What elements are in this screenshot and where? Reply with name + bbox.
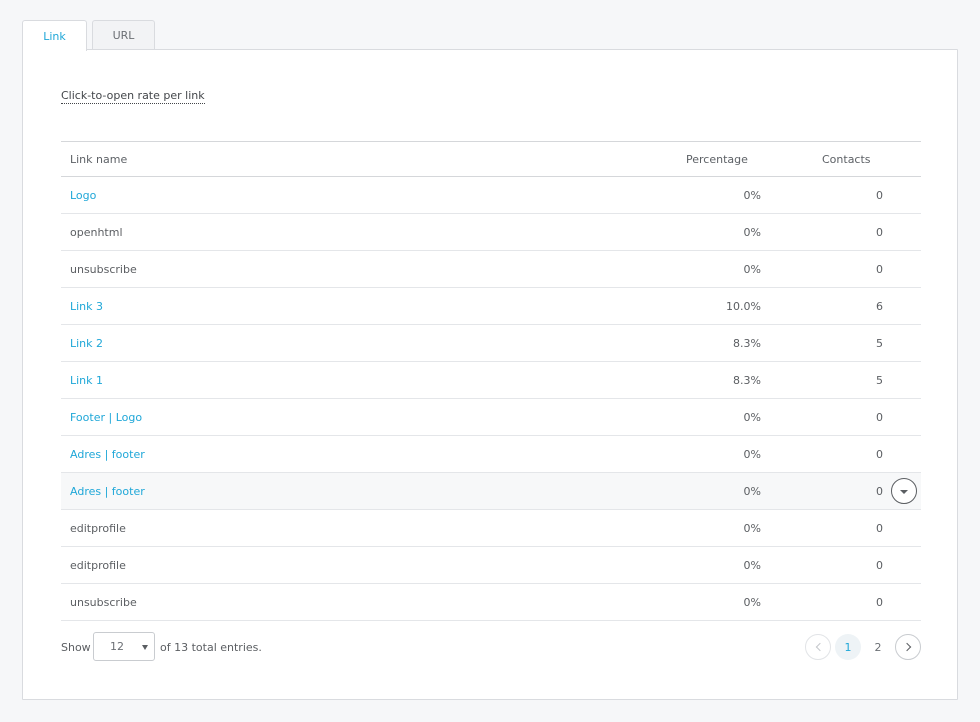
percentage-cell: 0%: [743, 595, 761, 609]
chevron-left-icon: [815, 642, 824, 652]
percentage-cell: 8.3%: [733, 373, 761, 387]
link-name-cell: unsubscribe: [70, 262, 137, 276]
table-row: Footer | Logo 0% 0: [61, 399, 921, 436]
table-row: Logo 0% 0: [61, 177, 921, 214]
link-stats-panel: Click-to-open rate per link Link name Pe…: [22, 49, 958, 700]
tab-link[interactable]: Link: [22, 20, 87, 51]
contacts-cell: 0: [876, 595, 883, 609]
table-footer: Show 12 of 13 total entries. 1 2: [61, 632, 921, 662]
table-row: unsubscribe 0% 0: [61, 584, 921, 621]
column-header-percentage[interactable]: Percentage: [686, 142, 748, 176]
show-label: Show: [61, 640, 91, 654]
table-row: Adres | footer 0% 0: [61, 436, 921, 473]
chevron-down-icon: [900, 489, 908, 494]
contacts-cell: 0: [876, 225, 883, 239]
table-header: Link name Percentage Contacts: [61, 141, 921, 177]
link-name-cell[interactable]: Link 3: [70, 288, 103, 324]
contacts-cell: 0: [876, 558, 883, 572]
column-header-link-name[interactable]: Link name: [70, 142, 127, 176]
contacts-cell: 0: [876, 188, 883, 202]
table-row: unsubscribe 0% 0: [61, 251, 921, 288]
table-row: Link 1 8.3% 5: [61, 362, 921, 399]
percentage-cell: 0%: [743, 188, 761, 202]
percentage-cell: 0%: [743, 262, 761, 276]
contacts-cell: 5: [876, 373, 883, 387]
percentage-cell: 0%: [743, 410, 761, 424]
contacts-cell: 0: [876, 484, 883, 498]
total-entries-label: of 13 total entries.: [160, 640, 262, 654]
table-body: Logo 0% 0 openhtml 0% 0 unsubscribe 0% 0 Link 3 10…: [61, 177, 921, 621]
chevron-right-icon: [902, 642, 911, 652]
link-name-cell[interactable]: Adres | footer: [70, 436, 145, 472]
next-page-button[interactable]: [895, 634, 921, 660]
table-row: openhtml 0% 0: [61, 214, 921, 251]
link-name-cell[interactable]: Logo: [70, 177, 96, 213]
link-name-cell: openhtml: [70, 225, 123, 239]
link-name-cell: editprofile: [70, 558, 126, 572]
contacts-cell: 0: [876, 447, 883, 461]
contacts-cell: 6: [876, 299, 883, 313]
table-row: Link 3 10.0% 6: [61, 288, 921, 325]
link-name-cell[interactable]: Link 1: [70, 362, 103, 398]
caret-down-icon: [142, 645, 148, 650]
table-row: Link 2 8.3% 5: [61, 325, 921, 362]
percentage-cell: 0%: [743, 484, 761, 498]
page-button-2[interactable]: 2: [865, 634, 891, 660]
percentage-cell: 8.3%: [733, 336, 761, 350]
contacts-cell: 0: [876, 410, 883, 424]
contacts-cell: 5: [876, 336, 883, 350]
page-button-1[interactable]: 1: [835, 634, 861, 660]
percentage-cell: 0%: [743, 521, 761, 535]
percentage-cell: 0%: [743, 225, 761, 239]
link-name-cell[interactable]: Link 2: [70, 325, 103, 361]
tab-bar: Link URL: [22, 20, 160, 51]
panel-title: Click-to-open rate per link: [61, 89, 205, 104]
page-size-select[interactable]: 12: [93, 632, 155, 661]
table-row: editprofile 0% 0: [61, 510, 921, 547]
row-expand-button[interactable]: [891, 478, 917, 504]
links-table: Link name Percentage Contacts Logo 0% 0 ope…: [61, 141, 921, 621]
page-size-value: 12: [110, 640, 124, 653]
pagination: 1 2: [805, 634, 921, 660]
column-header-contacts[interactable]: Contacts: [822, 142, 871, 176]
link-name-cell: editprofile: [70, 521, 126, 535]
link-name-cell: unsubscribe: [70, 595, 137, 609]
percentage-cell: 10.0%: [726, 299, 761, 313]
percentage-cell: 0%: [743, 447, 761, 461]
percentage-cell: 0%: [743, 558, 761, 572]
link-name-cell[interactable]: Footer | Logo: [70, 399, 142, 435]
tab-url[interactable]: URL: [92, 20, 155, 49]
contacts-cell: 0: [876, 521, 883, 535]
previous-page-button[interactable]: [805, 634, 831, 660]
table-row: editprofile 0% 0: [61, 547, 921, 584]
table-row: Adres | footer 0% 0: [61, 473, 921, 510]
link-name-cell[interactable]: Adres | footer: [70, 473, 145, 509]
contacts-cell: 0: [876, 262, 883, 276]
